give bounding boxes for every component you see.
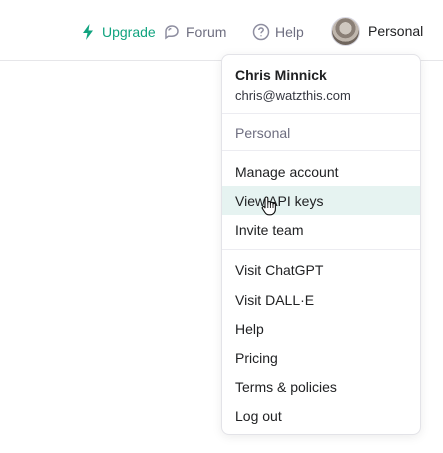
account-menu-button[interactable]: Personal: [331, 16, 423, 46]
forum-link[interactable]: Forum: [163, 20, 226, 44]
menu-item-view-api-keys[interactable]: View API keys: [222, 186, 420, 215]
divider: [222, 150, 420, 151]
menu-item-help[interactable]: Help: [222, 314, 420, 343]
upgrade-link[interactable]: Upgrade: [79, 20, 156, 44]
user-email: chris@watzthis.com: [235, 88, 351, 103]
user-name: Chris Minnick: [235, 67, 327, 83]
upgrade-label: Upgrade: [102, 24, 156, 40]
menu-item-pricing[interactable]: Pricing: [222, 343, 420, 372]
help-label: Help: [275, 24, 304, 40]
user-info: Chris Minnick chris@watzthis.com: [222, 55, 420, 113]
avatar: [331, 16, 360, 46]
menu-item-terms-policies[interactable]: Terms & policies: [222, 372, 420, 401]
question-circle-icon: [252, 23, 270, 41]
menu-item-invite-team[interactable]: Invite team: [222, 215, 420, 244]
lightning-icon: [79, 23, 97, 41]
help-link[interactable]: Help: [252, 20, 304, 44]
top-navigation-bar: Upgrade Forum Help Personal: [0, 0, 443, 61]
menu-item-manage-account[interactable]: Manage account: [222, 157, 420, 186]
menu-item-log-out[interactable]: Log out: [222, 401, 420, 430]
divider: [222, 113, 420, 114]
forum-label: Forum: [186, 24, 227, 40]
page: Upgrade Forum Help Personal Chris Minnic…: [0, 0, 443, 453]
account-dropdown-menu: Chris Minnick chris@watzthis.com Persona…: [221, 54, 421, 435]
divider: [222, 249, 420, 250]
chat-bubbles-icon: [163, 23, 181, 41]
organization-label[interactable]: Personal: [235, 125, 290, 141]
menu-item-visit-dalle[interactable]: Visit DALL·E: [222, 285, 420, 314]
menu-item-visit-chatgpt[interactable]: Visit ChatGPT: [222, 255, 420, 284]
account-menu-label: Personal: [368, 23, 424, 39]
